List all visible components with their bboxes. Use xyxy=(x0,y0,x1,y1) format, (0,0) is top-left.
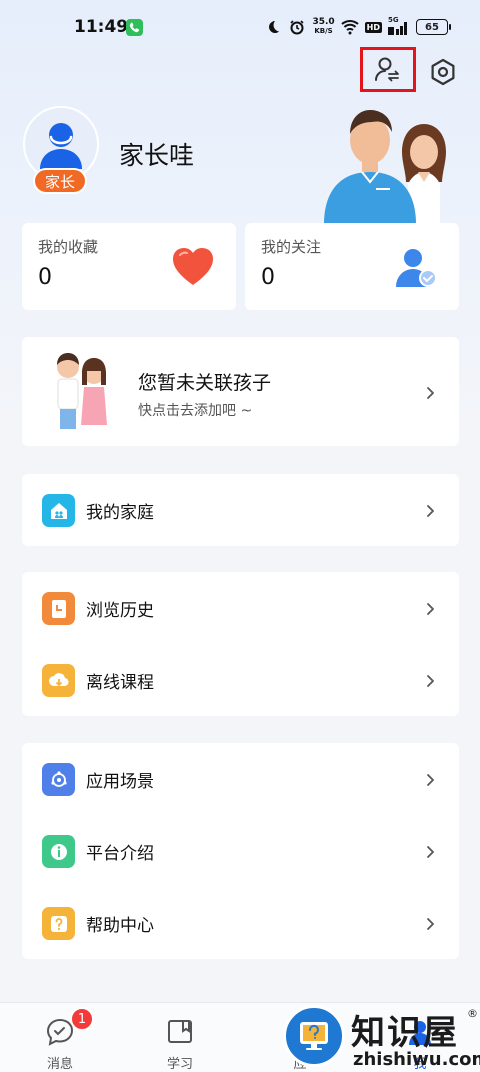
menu-group-family: 我的家庭 xyxy=(22,474,459,546)
switch-account-button[interactable] xyxy=(360,47,416,92)
tab-study[interactable]: 学习 xyxy=(150,1013,210,1072)
call-indicator-icon xyxy=(126,19,143,36)
children-illustration xyxy=(57,353,107,429)
menu-item-intro[interactable]: 平台介绍 xyxy=(22,815,459,887)
following-label: 我的关注 xyxy=(261,238,322,256)
menu-item-help[interactable]: 帮助中心 xyxy=(22,887,459,959)
offline-download-icon xyxy=(42,664,75,697)
favorites-count: 0 xyxy=(38,265,52,290)
favorites-label: 我的收藏 xyxy=(38,238,99,256)
link-child-card[interactable]: 您暂未关联孩子 快点击去添加吧 ~ xyxy=(22,337,459,446)
chevron-right-icon xyxy=(423,503,437,517)
chevron-right-icon xyxy=(423,772,437,786)
heart-icon xyxy=(173,248,213,285)
chevron-right-icon xyxy=(423,916,437,930)
parents-illustration xyxy=(324,110,446,224)
menu-label-family: 我的家庭 xyxy=(86,503,154,523)
moon-icon xyxy=(264,18,282,36)
info-icon xyxy=(42,835,75,868)
user-avatar-icon xyxy=(40,123,82,169)
wifi-icon xyxy=(340,18,359,36)
settings-button[interactable] xyxy=(421,52,465,92)
chevron-right-icon xyxy=(423,673,437,687)
watermark-title: 知识屋 xyxy=(351,1013,459,1053)
hd-indicator: HD xyxy=(364,21,382,33)
watermark-registered: ® xyxy=(467,1007,478,1020)
link-child-subtitle: 快点击去添加吧 ~ xyxy=(138,403,253,419)
menu-label-help: 帮助中心 xyxy=(86,916,154,936)
chevron-right-icon xyxy=(423,385,437,399)
family-home-icon xyxy=(42,494,75,527)
link-child-title: 您暂未关联孩子 xyxy=(138,372,272,394)
user-name: 家长哇 xyxy=(119,141,195,170)
chevron-right-icon xyxy=(423,601,437,615)
status-time: 11:49 xyxy=(74,17,129,37)
history-icon xyxy=(42,592,75,625)
menu-item-history[interactable]: 浏览历史 xyxy=(22,572,459,644)
menu-group-about: 应用场景 平台介绍 帮助中心 xyxy=(22,743,459,959)
settings-hex-icon xyxy=(431,58,455,86)
signal-icon: 5G xyxy=(388,16,410,36)
watermark-url: zhishiwu.com xyxy=(353,1049,480,1070)
messages-unread-badge: 1 xyxy=(70,1007,94,1031)
switch-account-icon xyxy=(375,57,399,81)
chevron-right-icon xyxy=(423,844,437,858)
tab-label-messages: 消息 xyxy=(46,1057,73,1072)
help-monitor-icon xyxy=(283,1005,345,1067)
net-speed: 35.0 KB/S xyxy=(312,17,335,36)
menu-item-scenes[interactable]: 应用场景 xyxy=(22,743,459,815)
following-card[interactable]: 我的关注 0 xyxy=(245,223,459,310)
menu-item-family[interactable]: 我的家庭 xyxy=(22,474,459,546)
book-icon xyxy=(168,1020,192,1043)
favorites-card[interactable]: 我的收藏 0 xyxy=(22,223,236,310)
menu-item-offline[interactable]: 离线课程 xyxy=(22,644,459,716)
menu-label-scenes: 应用场景 xyxy=(86,772,154,792)
scenes-icon xyxy=(42,763,75,796)
watermark-logo: 知识屋 ® zhishiwu.com xyxy=(283,1003,480,1072)
follow-user-icon xyxy=(396,249,437,287)
menu-group-learning: 浏览历史 离线课程 xyxy=(22,572,459,716)
alarm-icon xyxy=(288,18,306,36)
menu-label-intro: 平台介绍 xyxy=(86,844,154,864)
battery-indicator: 65 xyxy=(416,19,451,35)
role-badge: 家长 xyxy=(33,168,87,194)
menu-label-offline: 离线课程 xyxy=(86,673,154,693)
help-icon xyxy=(42,907,75,940)
tab-label-study: 学习 xyxy=(166,1057,193,1072)
menu-label-history: 浏览历史 xyxy=(86,601,154,621)
following-count: 0 xyxy=(261,265,275,290)
